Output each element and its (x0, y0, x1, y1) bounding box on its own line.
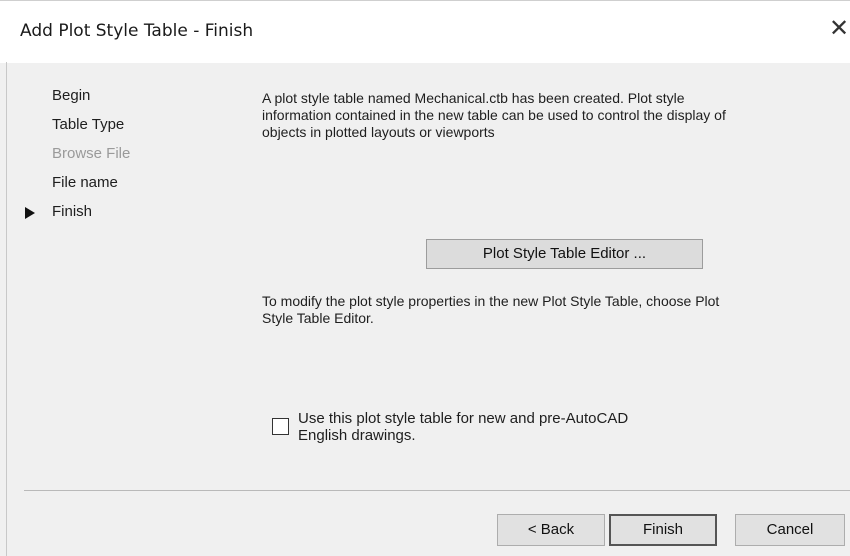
step-label: Browse File (52, 145, 131, 162)
close-icon[interactable]: ✕ (828, 15, 850, 43)
footer-divider (24, 490, 850, 491)
use-table-checkbox[interactable] (272, 418, 289, 435)
created-description: A plot style table named Mechanical.ctb … (262, 90, 726, 140)
title-bar: Add Plot Style Table - Finish ✕ (0, 0, 850, 63)
back-button[interactable]: < Back (497, 514, 605, 546)
triangle-right-icon (25, 207, 35, 219)
step-label: Finish (52, 203, 93, 220)
step-browse-file: Browse File (20, 144, 130, 173)
plot-style-table-editor-button[interactable]: Plot Style Table Editor ... (426, 239, 703, 269)
cancel-button[interactable]: Cancel (735, 514, 845, 546)
modify-instructions: To modify the plot style properties in t… (262, 293, 720, 326)
dialog-title: Add Plot Style Table - Finish (20, 21, 254, 41)
wizard-steps-nav: Begin Table Type Browse File File name F… (20, 86, 130, 231)
step-table-type: Table Type (20, 115, 130, 144)
dialog-left-border (6, 62, 7, 556)
step-label: Begin (52, 87, 91, 104)
step-finish: Finish (20, 202, 130, 231)
finish-button[interactable]: Finish (609, 514, 717, 546)
use-table-checkbox-label[interactable]: Use this plot style table for new and pr… (298, 410, 658, 444)
step-label: File name (52, 174, 118, 191)
step-begin: Begin (20, 86, 130, 115)
step-file-name: File name (20, 173, 130, 202)
step-label: Table Type (52, 116, 125, 133)
